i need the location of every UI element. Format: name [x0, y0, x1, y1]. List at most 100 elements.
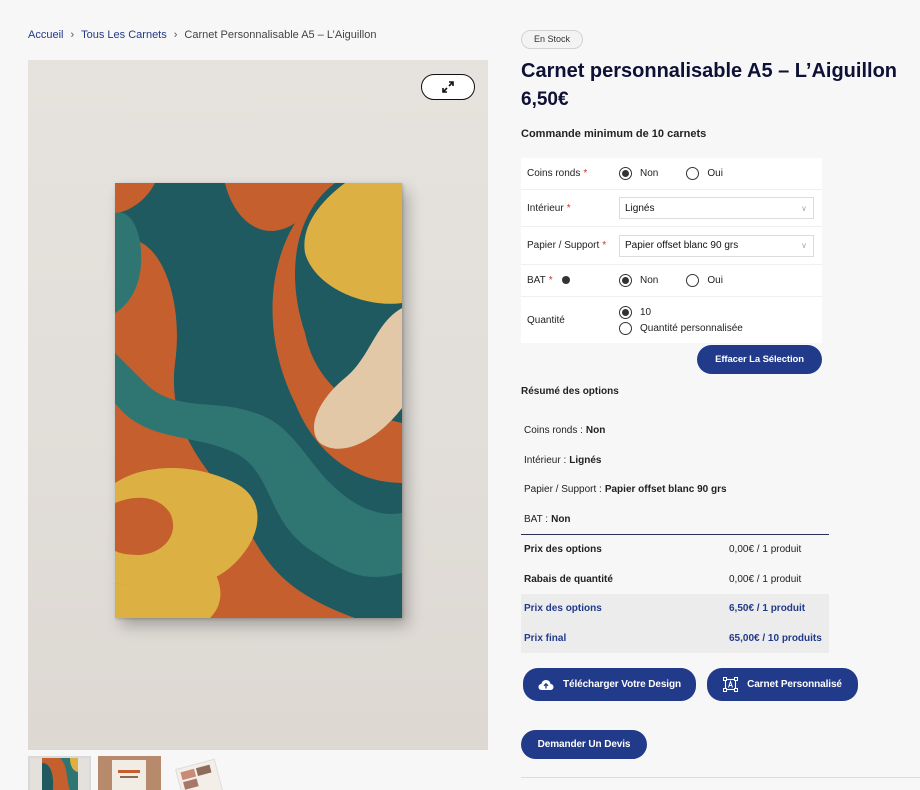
summary-line-label: Intérieur : — [524, 454, 567, 466]
radio-label: Oui — [707, 168, 723, 179]
clear-selection-button[interactable]: Effacer La Sélection — [697, 345, 822, 374]
product-options-form: Coins ronds * Non Oui Intérieur * Lignés ∨ — [521, 158, 822, 343]
custom-notebook-label: Carnet Personnalisé — [747, 679, 842, 690]
chevron-right-icon: › — [173, 29, 178, 41]
minimum-order-notice: Commande minimum de 10 carnets — [521, 128, 707, 140]
option-row-bat: BAT * Non Oui — [521, 265, 822, 297]
bat-label: BAT — [527, 275, 546, 286]
summary-line: Papier / Support : Papier offset blanc 90… — [521, 475, 829, 505]
thumbnail-2[interactable] — [98, 756, 161, 790]
required-mark: * — [548, 275, 553, 286]
required-mark: * — [566, 202, 571, 214]
thumbnail-strip — [28, 756, 231, 790]
price-row-final: Prix final 65,00€ / 10 produits — [521, 623, 829, 653]
product-title: Carnet personnalisable A5 – L’Aiguillon — [521, 60, 898, 82]
cloud-upload-icon — [538, 679, 554, 690]
options-summary: Coins ronds : Non Intérieur : Lignés Papie… — [521, 416, 829, 653]
select-value: Lignés — [625, 202, 655, 214]
price-row-label: Prix final — [524, 632, 567, 644]
price-table: Prix des options 0,00€ / 1 produit Rabai… — [521, 534, 829, 653]
breadcrumb: Accueil › Tous Les Carnets › Carnet Pers… — [28, 29, 376, 41]
option-row-quantite: Quantité 10 Quantité personnalisée — [521, 297, 822, 343]
radio-label: Non — [640, 168, 659, 179]
breadcrumb-home-link[interactable]: Accueil — [28, 29, 63, 41]
coins-ronds-radio-oui[interactable]: Oui — [686, 167, 723, 180]
radio-checked-icon[interactable] — [619, 305, 632, 319]
option-label: Intérieur * — [521, 203, 619, 214]
summary-line: Coins ronds : Non — [521, 416, 829, 446]
summary-line-label: BAT : — [524, 513, 549, 525]
option-label: BAT * — [521, 275, 619, 286]
custom-notebook-button[interactable]: Carnet Personnalisé — [707, 668, 858, 701]
quantite-label: Quantité — [527, 314, 565, 326]
summary-line: Intérieur : Lignés — [521, 446, 829, 476]
summary-line: BAT : Non — [521, 505, 829, 535]
option-label: Coins ronds * — [521, 168, 619, 179]
thumbnail-3[interactable] — [168, 756, 231, 790]
radio-checked-icon[interactable] — [619, 274, 632, 287]
price-row-value: 65,00€ / 10 produits — [729, 632, 822, 644]
interieur-label: Intérieur — [527, 202, 564, 214]
option-label: Papier / Support * — [521, 240, 619, 251]
option-label: Quantité — [521, 315, 619, 326]
summary-line-label: Coins ronds : — [524, 425, 583, 437]
radio-unchecked-icon[interactable] — [686, 274, 700, 287]
coins-ronds-label: Coins ronds — [527, 168, 581, 179]
chevron-down-icon: ∨ — [801, 241, 807, 250]
option-control: 10 Quantité personnalisée — [619, 305, 822, 335]
chevron-right-icon: › — [70, 29, 75, 41]
papier-label: Papier / Support — [527, 240, 600, 251]
option-control: Lignés ∨ — [619, 197, 822, 219]
radio-label: Quantité personnalisée — [640, 322, 743, 334]
radio-unchecked-icon[interactable] — [686, 167, 700, 180]
product-price: 6,50€ — [521, 89, 569, 110]
price-row: Prix des options 6,50€ / 1 produit — [521, 594, 829, 624]
price-row-label: Rabais de quantité — [524, 573, 613, 585]
price-row: Rabais de quantité 0,00€ / 1 produit — [521, 565, 829, 595]
summary-line-value: Lignés — [569, 454, 602, 466]
bat-radio-non[interactable]: Non — [619, 274, 658, 287]
price-row: Prix des options 0,00€ / 1 produit — [521, 535, 829, 565]
price-row-label: Prix des options — [524, 603, 602, 615]
radio-unchecked-icon[interactable] — [619, 321, 632, 335]
price-row-value: 0,00€ / 1 produit — [729, 544, 802, 556]
radio-label: 10 — [640, 306, 652, 318]
price-row-value: 6,50€ / 1 produit — [729, 603, 806, 615]
quantite-radio-custom[interactable]: Quantité personnalisée — [619, 321, 743, 335]
summary-line-value: Non — [551, 513, 571, 525]
notebook-illustration — [115, 183, 402, 618]
select-value: Papier offset blanc 90 grs — [625, 240, 739, 251]
breadcrumb-current: Carnet Personnalisable A5 – L’Aiguillon — [184, 29, 377, 41]
upload-design-button[interactable]: Télécharger Votre Design — [523, 668, 696, 701]
thumbnail-1[interactable] — [28, 756, 91, 790]
option-row-interieur: Intérieur * Lignés ∨ — [521, 190, 822, 227]
price-row-value: 0,00€ / 1 produit — [729, 573, 802, 585]
interieur-select[interactable]: Lignés ∨ — [619, 197, 814, 219]
option-control: Papier offset blanc 90 grs ∨ — [619, 234, 822, 257]
product-main-image[interactable] — [28, 60, 488, 750]
breadcrumb-category-link[interactable]: Tous Les Carnets — [81, 29, 167, 41]
coins-ronds-radio-non[interactable]: Non — [619, 167, 658, 180]
chevron-down-icon: ∨ — [801, 203, 807, 213]
expand-image-button[interactable] — [421, 74, 475, 100]
radio-label: Non — [640, 275, 659, 286]
radio-label: Oui — [707, 275, 723, 286]
papier-select[interactable]: Papier offset blanc 90 grs ∨ — [619, 234, 814, 257]
price-row-label: Prix des options — [524, 544, 602, 556]
option-control: Non Oui — [619, 274, 822, 287]
option-row-coins-ronds: Coins ronds * Non Oui — [521, 158, 822, 190]
stock-badge: En Stock — [521, 30, 584, 49]
required-mark: * — [583, 168, 588, 179]
summary-line-label: Papier / Support : — [524, 484, 602, 496]
bat-radio-oui[interactable]: Oui — [686, 274, 723, 287]
summary-title: Résumé des options — [521, 386, 619, 397]
upload-design-label: Télécharger Votre Design — [562, 679, 681, 690]
divider — [521, 777, 920, 778]
quantite-radio-10[interactable]: 10 — [619, 305, 652, 319]
info-icon[interactable] — [562, 276, 571, 285]
radio-checked-icon[interactable] — [619, 167, 632, 180]
request-quote-button[interactable]: Demander Un Devis — [521, 730, 647, 759]
summary-line-value: Papier offset blanc 90 grs — [604, 484, 727, 496]
required-mark: * — [602, 240, 607, 251]
option-row-papier: Papier / Support * Papier offset blanc 90… — [521, 227, 822, 265]
